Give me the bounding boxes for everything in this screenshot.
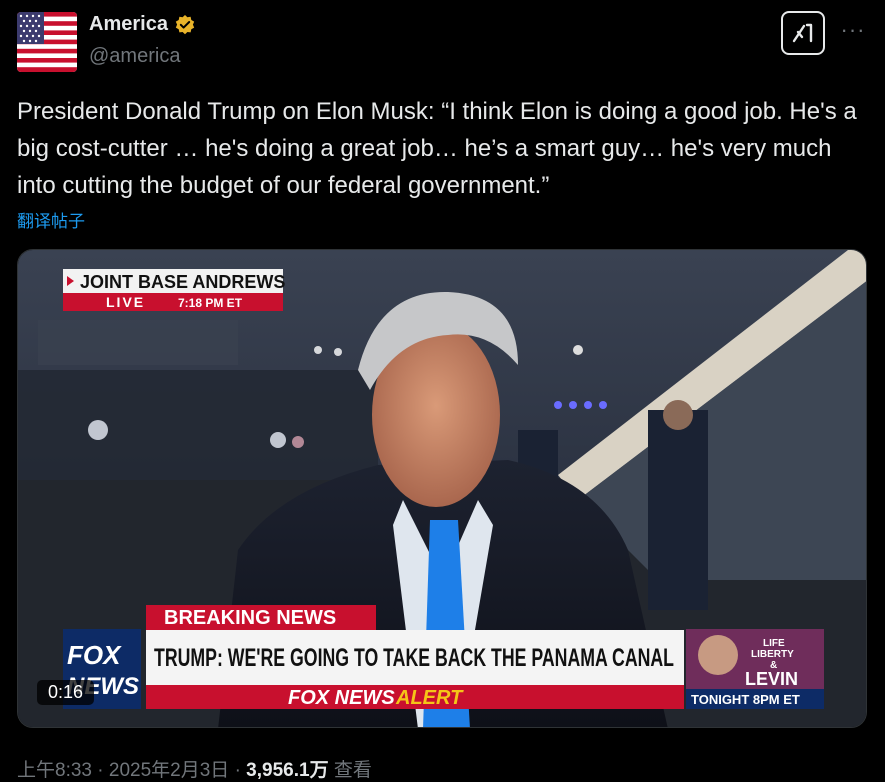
- verified-badge-icon: [175, 14, 195, 34]
- translate-post-link[interactable]: 翻译帖子: [17, 207, 85, 232]
- promo-line3: LEVIN: [745, 669, 798, 689]
- promo-line1: LIFE: [763, 638, 785, 649]
- account-name[interactable]: America: [89, 13, 168, 36]
- live-time: 7:18 PM ET: [178, 296, 243, 310]
- headline-banner: TRUMP: WE'RE GOING TO TAKE BACK THE PANA…: [154, 644, 674, 672]
- alert-word: ALERT: [395, 687, 464, 709]
- video-duration: 0:16: [37, 680, 95, 705]
- fox-logo-top: FOX: [67, 640, 122, 670]
- view-count: 3,956.1万: [246, 760, 329, 781]
- promo-time: TONIGHT 8PM ET: [691, 692, 800, 707]
- avatar[interactable]: [17, 12, 77, 72]
- live-label: LIVE: [106, 294, 145, 310]
- post-date[interactable]: 2025年2月3日: [109, 760, 229, 781]
- separator: ·: [97, 760, 104, 781]
- account-handle[interactable]: @america: [89, 45, 180, 68]
- grok-button[interactable]: [781, 11, 825, 55]
- post-text: President Donald Trump on Elon Musk: “I …: [17, 98, 857, 199]
- us-flag-icon: [17, 12, 77, 72]
- grok-icon: [792, 23, 813, 43]
- alert-prefix: FOX NEWS: [288, 687, 395, 709]
- separator: ·: [234, 760, 241, 781]
- post-time[interactable]: 上午8:33: [17, 760, 92, 781]
- video-frame: JOINT BASE ANDREWS LIVE 7:18 PM ET FOX N…: [18, 250, 866, 727]
- views-label: 查看: [333, 760, 372, 781]
- account-name-row[interactable]: America: [89, 13, 196, 36]
- breaking-news-label: BREAKING NEWS: [164, 607, 336, 629]
- post-meta: 上午8:33 · 2025年2月3日 · 3,956.1万 查看: [17, 755, 372, 782]
- more-options-icon[interactable]: ···: [839, 16, 867, 44]
- location-bug: JOINT BASE ANDREWS: [80, 272, 285, 292]
- video-player[interactable]: JOINT BASE ANDREWS LIVE 7:18 PM ET FOX N…: [17, 249, 867, 728]
- promo-line2: LIBERTY: [751, 649, 794, 660]
